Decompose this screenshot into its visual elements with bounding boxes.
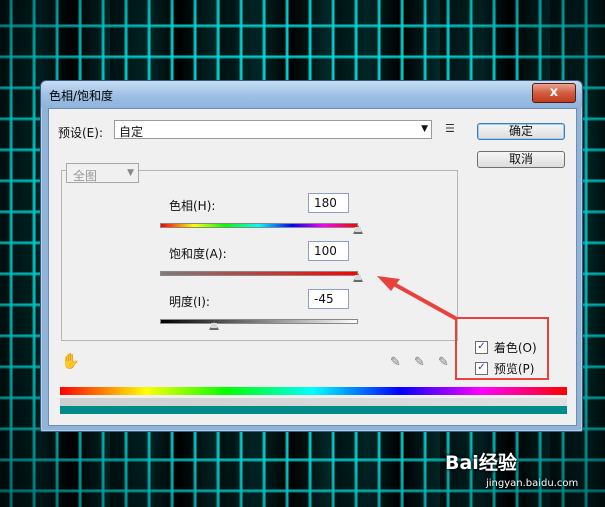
chevron-down-icon: ▼ xyxy=(127,168,134,178)
saturation-label: 饱和度(A): xyxy=(169,247,227,261)
saturation-field[interactable]: 100 xyxy=(308,241,349,261)
adjustment-group xyxy=(61,170,458,341)
range-indicator-bar xyxy=(60,398,567,406)
preset-value: 自定 xyxy=(119,125,144,139)
title-bar[interactable]: 色相/饱和度 x xyxy=(41,81,582,107)
hue-field[interactable]: 180 xyxy=(308,193,349,213)
eyedropper-minus-icon[interactable]: ✎ xyxy=(438,355,449,370)
eyedropper-icon[interactable]: ✎ xyxy=(390,355,401,370)
lightness-slider-thumb[interactable] xyxy=(209,321,220,330)
preset-label: 预设(E): xyxy=(58,126,103,140)
hue-slider-track[interactable] xyxy=(160,223,358,228)
watermark-logo: Bai经验 xyxy=(445,452,517,474)
targeted-adjustment-hand-icon[interactable]: ✋ xyxy=(61,352,80,370)
edit-range-value: 全图 xyxy=(73,169,98,183)
chevron-down-icon: ▼ xyxy=(421,124,428,134)
lightness-slider-track[interactable] xyxy=(160,319,358,324)
hue-label: 色相(H): xyxy=(169,199,216,213)
input-spectrum-bar xyxy=(60,387,567,395)
cancel-button[interactable]: 取消 xyxy=(477,151,565,168)
lightness-label: 明度(I): xyxy=(169,295,210,309)
preset-dropdown[interactable]: 自定 ▼ xyxy=(114,120,432,139)
preset-options-icon[interactable]: ☰ xyxy=(445,122,455,135)
hue-slider-thumb[interactable] xyxy=(353,225,363,234)
ok-button[interactable]: 确定 xyxy=(477,123,565,140)
saturation-slider-track[interactable] xyxy=(160,271,358,276)
lightness-field[interactable]: -45 xyxy=(308,289,349,309)
edit-range-dropdown[interactable]: 全图 ▼ xyxy=(66,163,139,183)
saturation-slider-thumb[interactable] xyxy=(353,273,363,282)
eyedropper-plus-icon[interactable]: ✎ xyxy=(414,355,425,370)
dialog-title: 色相/饱和度 xyxy=(49,89,114,103)
close-button[interactable]: x xyxy=(532,83,576,103)
output-color-bar xyxy=(60,406,567,414)
annotation-highlight-box xyxy=(455,317,549,380)
watermark-url: jingyan.baidu.com xyxy=(486,478,579,489)
